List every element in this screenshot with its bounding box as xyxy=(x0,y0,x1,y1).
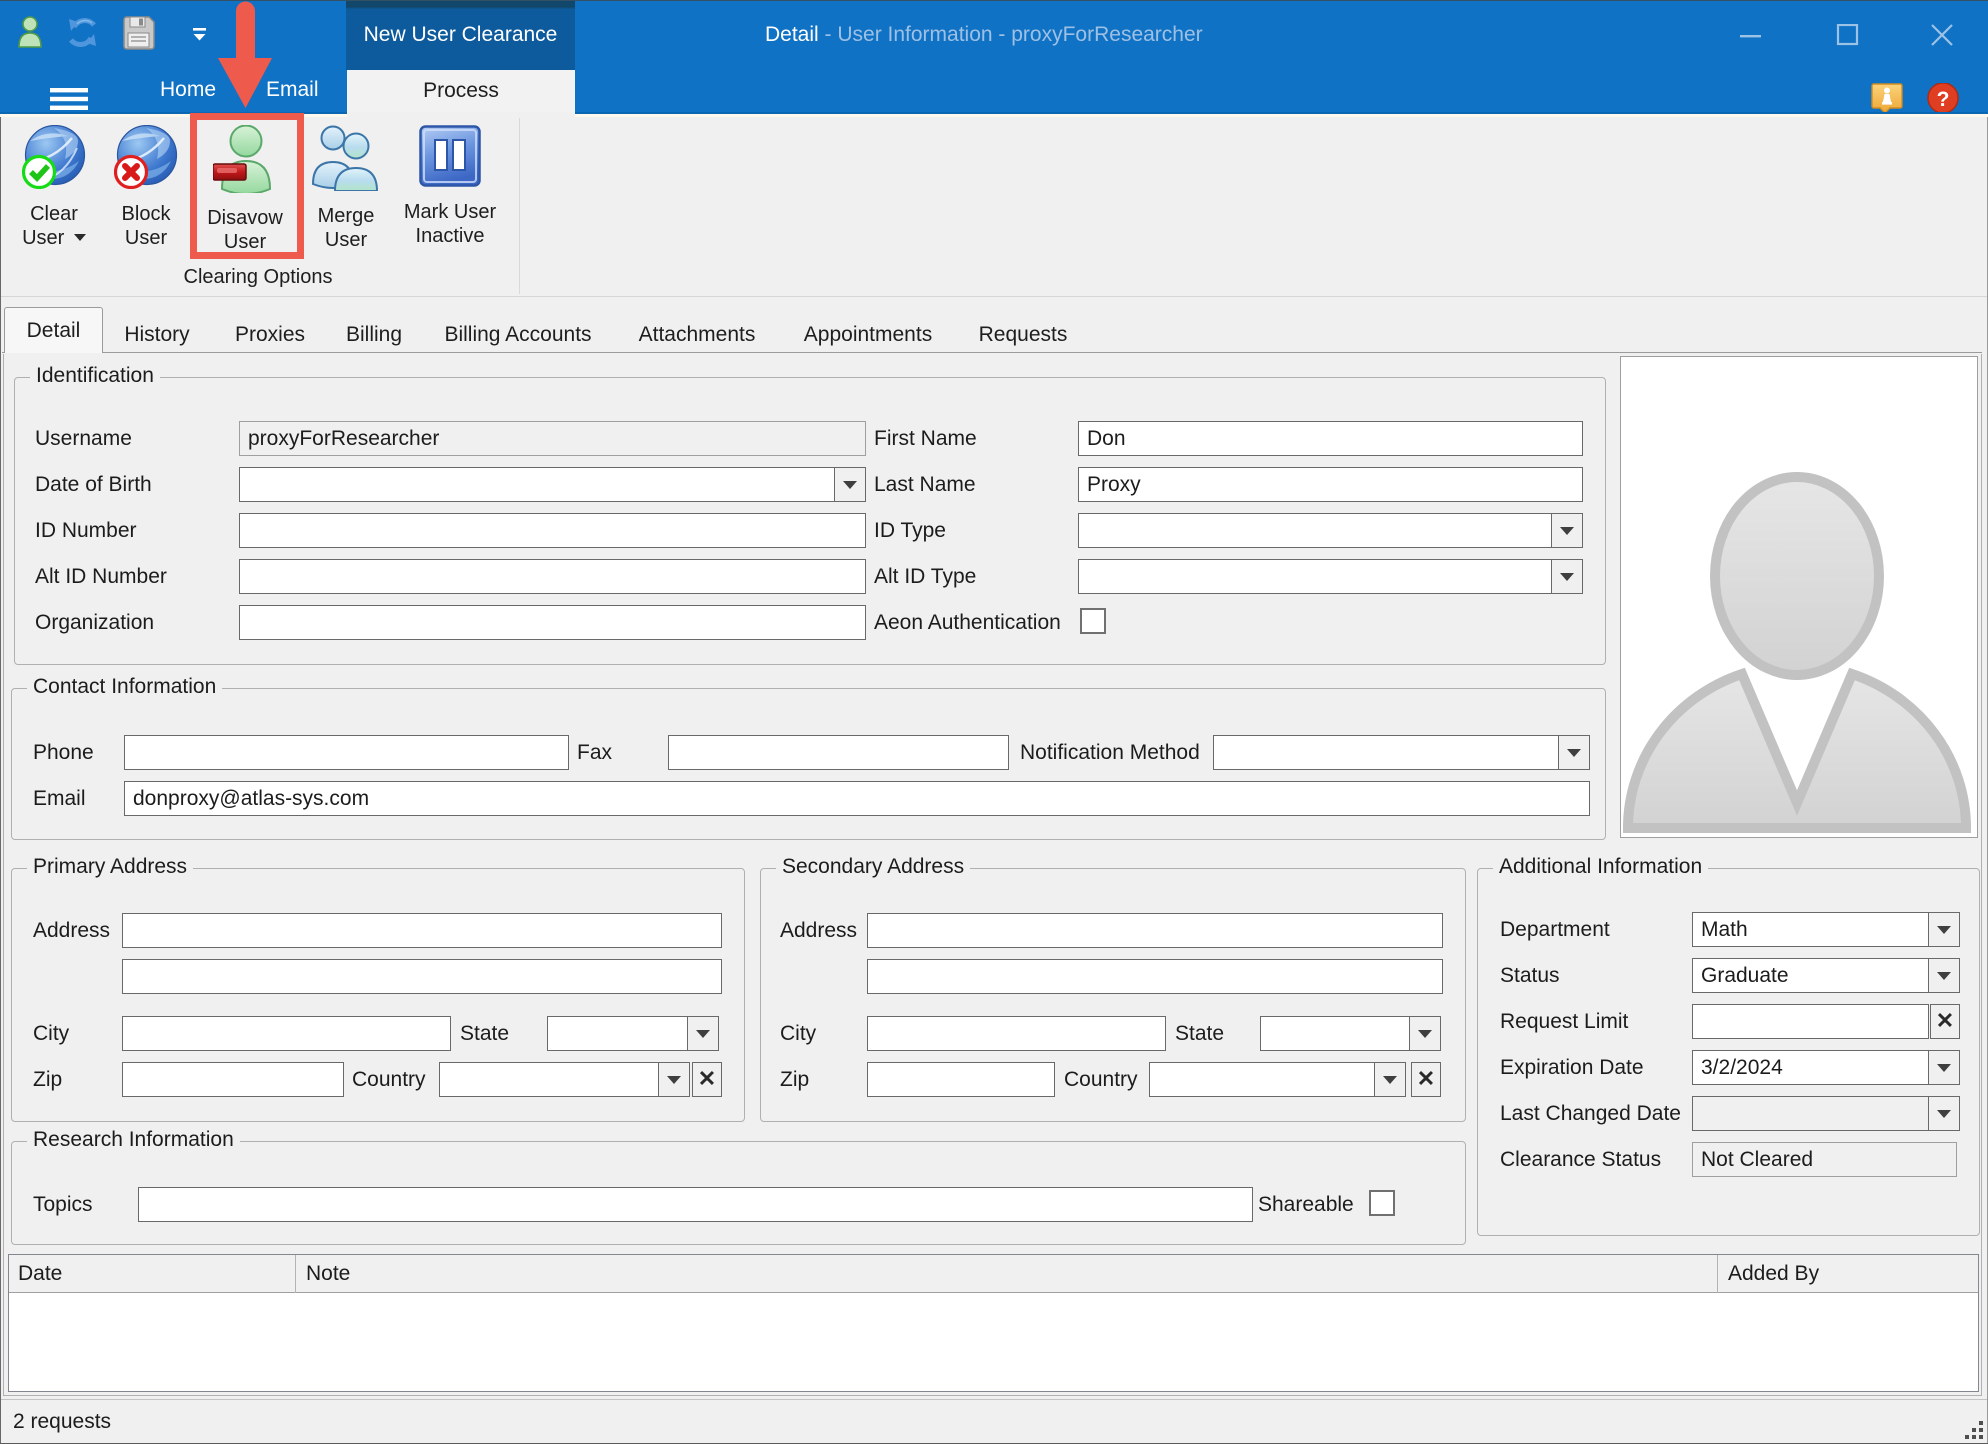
svg-text:?: ? xyxy=(1937,88,1950,111)
